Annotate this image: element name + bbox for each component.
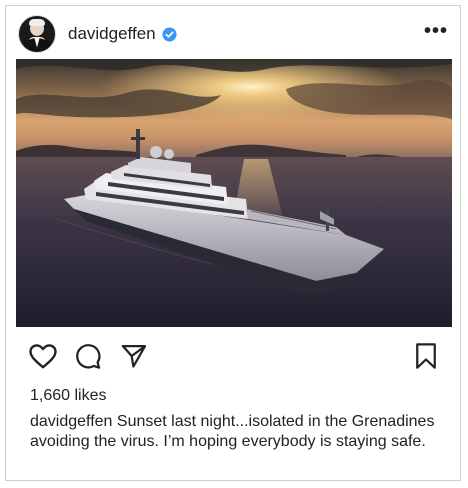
verified-badge-icon [162,26,177,42]
username[interactable]: davidgeffen [68,24,156,44]
avatar[interactable] [18,15,56,53]
more-options-button[interactable]: ••• [424,20,448,49]
post-header: davidgeffen ••• [18,14,448,54]
bookmark-icon[interactable] [414,342,438,370]
caption-username[interactable]: davidgeffen [30,413,112,430]
post-photo [16,59,452,327]
action-bar [28,342,438,372]
post-card: davidgeffen ••• 1,660 likes davidgeffen … [5,5,461,481]
comment-icon[interactable] [74,342,102,370]
like-count[interactable]: 1,660 likes [30,387,107,405]
caption: davidgeffen Sunset last night...isolated… [30,412,440,452]
send-icon[interactable] [120,342,148,370]
heart-icon[interactable] [28,342,58,370]
